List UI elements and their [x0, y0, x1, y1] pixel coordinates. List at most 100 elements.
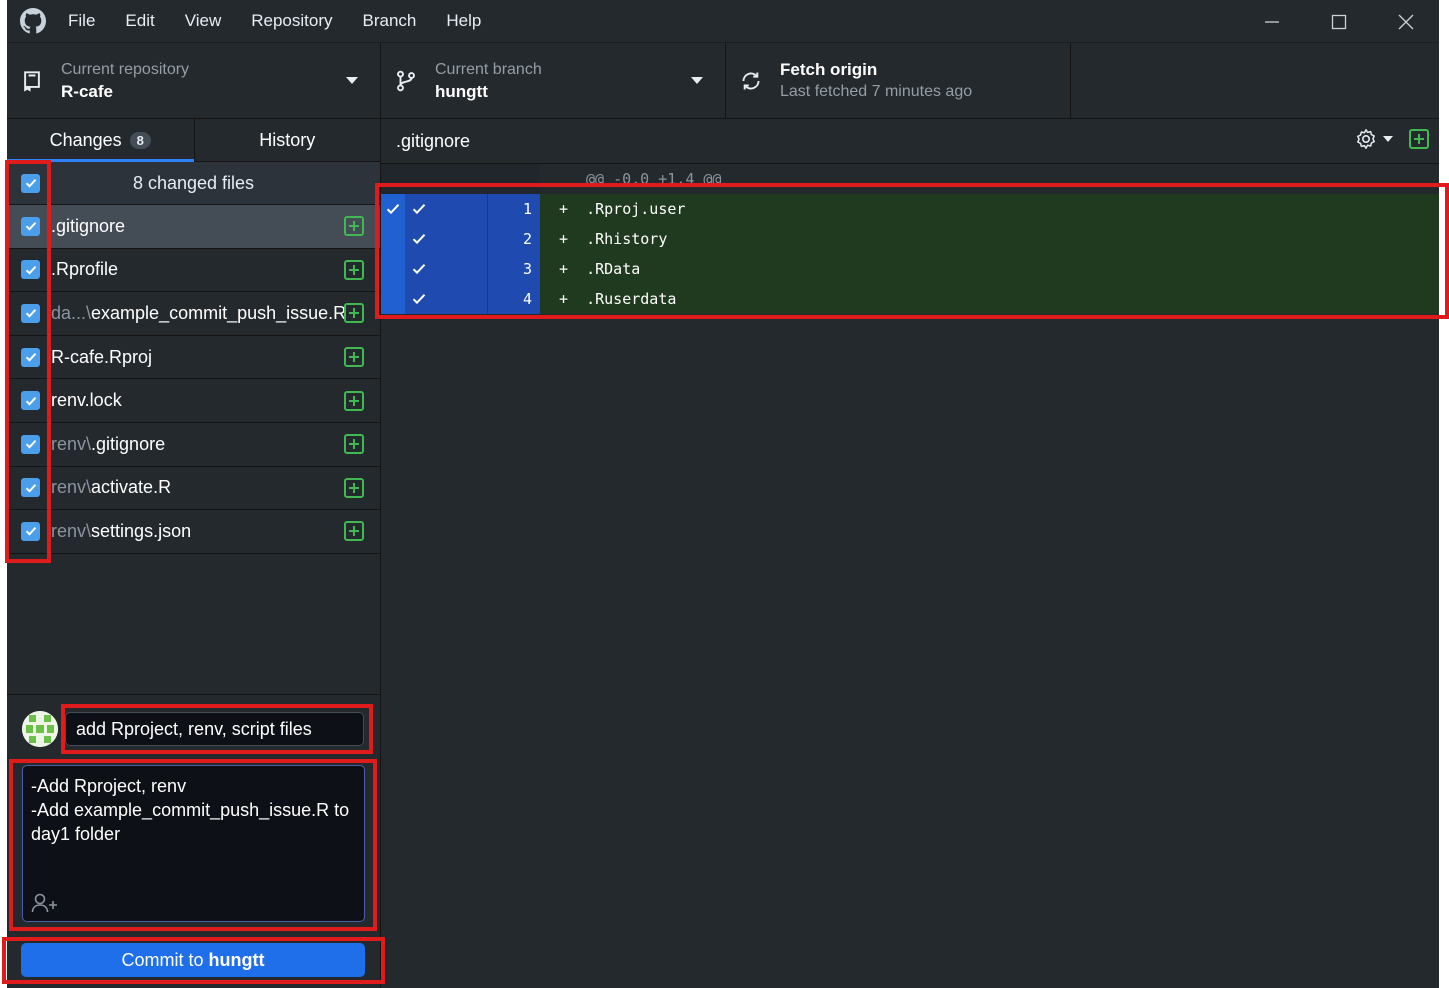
changed-file-row[interactable]: renv\settings.json [7, 510, 380, 554]
file-path: renv\.gitignore [51, 434, 165, 455]
file-added-icon [344, 216, 364, 237]
file-name: activate.R [91, 477, 172, 498]
commit-summary-input[interactable] [65, 712, 364, 746]
hunk-gutter[interactable] [381, 164, 540, 194]
line-select-gutter[interactable] [381, 254, 487, 284]
maximize-icon [1331, 14, 1346, 29]
file-path: renv\activate.R [51, 477, 171, 498]
current-repository-button[interactable]: Current repository R-cafe [7, 43, 381, 119]
tab-changes-label: Changes [49, 129, 122, 150]
gear-icon [1357, 129, 1375, 149]
line-select-gutter[interactable] [381, 224, 487, 254]
diff-added-line: 2 + .Rhistory [381, 224, 1439, 254]
commit-button-prefix: Commit to [121, 949, 204, 970]
menu-help[interactable]: Help [446, 11, 481, 31]
file-path: .gitignore [51, 216, 125, 237]
checkmark-icon [25, 222, 36, 231]
file-added-icon [344, 390, 364, 411]
diff-tools [1355, 128, 1429, 150]
changed-file-row[interactable]: renv.lock [7, 379, 380, 423]
commit-button-branch: hungtt [208, 949, 265, 970]
line-number: 3 [522, 260, 532, 278]
file-path: renv.lock [51, 390, 122, 411]
line-code: + .Ruserdata [559, 290, 677, 308]
hunk-select-bar[interactable] [381, 254, 405, 284]
tab-history[interactable]: History [193, 119, 381, 161]
menu-branch[interactable]: Branch [363, 11, 417, 31]
fetch-origin-label: Fetch origin [780, 60, 878, 79]
chevron-down-icon [1383, 136, 1393, 142]
chevron-down-icon [346, 77, 358, 84]
file-added-icon [344, 521, 364, 542]
changed-files-count: 8 changed files [132, 172, 255, 193]
changed-file-row[interactable]: R-cafe.Rproj [7, 335, 380, 380]
file-path: .Rprofile [51, 259, 118, 280]
tab-changes[interactable]: Changes 8 [7, 119, 194, 162]
changed-file-row[interactable]: .gitignore [7, 205, 380, 249]
checkmark-icon [25, 265, 36, 275]
changed-file-row[interactable]: .Rprofile [7, 248, 380, 293]
file-include-checkbox[interactable] [21, 216, 40, 236]
commit-button[interactable]: Commit to hungtt [21, 943, 365, 977]
checkmark-icon [412, 264, 426, 275]
file-name: renv.lock [51, 390, 122, 411]
select-all-checkbox[interactable] [21, 173, 40, 193]
file-include-checkbox[interactable] [21, 391, 40, 411]
checkmark-icon [25, 353, 36, 362]
github-desktop-window: File Edit View Repository Branch Help Cu… [7, 0, 1439, 988]
line-number: 1 [522, 200, 532, 218]
line-select-gutter[interactable] [381, 284, 487, 314]
hunk-header-row: @@ -0,0 +1,4 @@ [381, 164, 1439, 194]
line-number-gutter: 1 [487, 194, 540, 224]
minimize-button[interactable] [1238, 0, 1305, 43]
file-added-icon [344, 303, 364, 324]
file-include-checkbox[interactable] [21, 521, 40, 541]
hunk-select-bar[interactable] [381, 284, 405, 314]
fetch-origin-button[interactable]: Fetch origin Last fetched 7 minutes ago [726, 43, 1071, 119]
changed-file-row[interactable]: da...\example_commit_push_issue.R [7, 292, 380, 336]
current-branch-name: hungtt [435, 82, 488, 101]
commit-description-text: -Add Rproject, renv -Add example_commit_… [31, 776, 350, 844]
file-added-icon [344, 477, 364, 498]
branch-icon [397, 70, 415, 92]
file-name: .gitignore [51, 215, 126, 236]
changed-file-row[interactable]: renv\activate.R [7, 466, 380, 511]
tab-history-label: History [259, 129, 316, 150]
file-path: da...\example_commit_push_issue.R [51, 303, 346, 324]
menu-repository[interactable]: Repository [251, 11, 332, 31]
file-include-checkbox[interactable] [21, 434, 40, 454]
file-name: example_commit_push_issue.R [91, 302, 347, 323]
file-include-checkbox[interactable] [21, 478, 40, 498]
menu-edit[interactable]: Edit [125, 11, 154, 31]
current-branch-button[interactable]: Current branch hungtt [381, 43, 726, 119]
menu-view[interactable]: View [185, 11, 222, 31]
checkmark-icon [412, 204, 426, 215]
file-directory: renv\ [51, 520, 92, 541]
line-select-gutter[interactable] [381, 194, 487, 224]
changed-files-list: .gitignore .Rprofile da...\example_commit_… [7, 205, 380, 554]
commit-description-field[interactable]: -Add Rproject, renv -Add example_commit_… [22, 765, 365, 922]
diff-added-line: 3 + .RData [381, 254, 1439, 284]
sync-icon [742, 72, 760, 90]
file-directory: renv\ [51, 433, 92, 454]
line-code: + .RData [559, 260, 641, 278]
line-number: 2 [522, 230, 532, 248]
changed-file-row[interactable]: renv\.gitignore [7, 422, 380, 467]
repo-icon [24, 71, 40, 92]
file-directory: renv\ [51, 477, 92, 498]
github-logo-icon [20, 8, 46, 34]
checkmark-icon [412, 234, 426, 245]
maximize-button[interactable] [1305, 0, 1372, 43]
current-repository-label: Current repository [61, 61, 190, 78]
file-directory: da...\ [51, 302, 92, 323]
menu-file[interactable]: File [68, 11, 95, 31]
hunk-select-bar[interactable] [381, 224, 405, 254]
file-include-checkbox[interactable] [21, 303, 40, 323]
file-include-checkbox[interactable] [21, 260, 40, 280]
add-coauthor-icon[interactable] [31, 892, 59, 914]
diff-settings-button[interactable] [1355, 128, 1393, 150]
file-name: settings.json [91, 520, 192, 541]
close-button[interactable] [1372, 0, 1439, 43]
diff-header: .gitignore [381, 119, 1439, 164]
file-include-checkbox[interactable] [21, 347, 40, 367]
